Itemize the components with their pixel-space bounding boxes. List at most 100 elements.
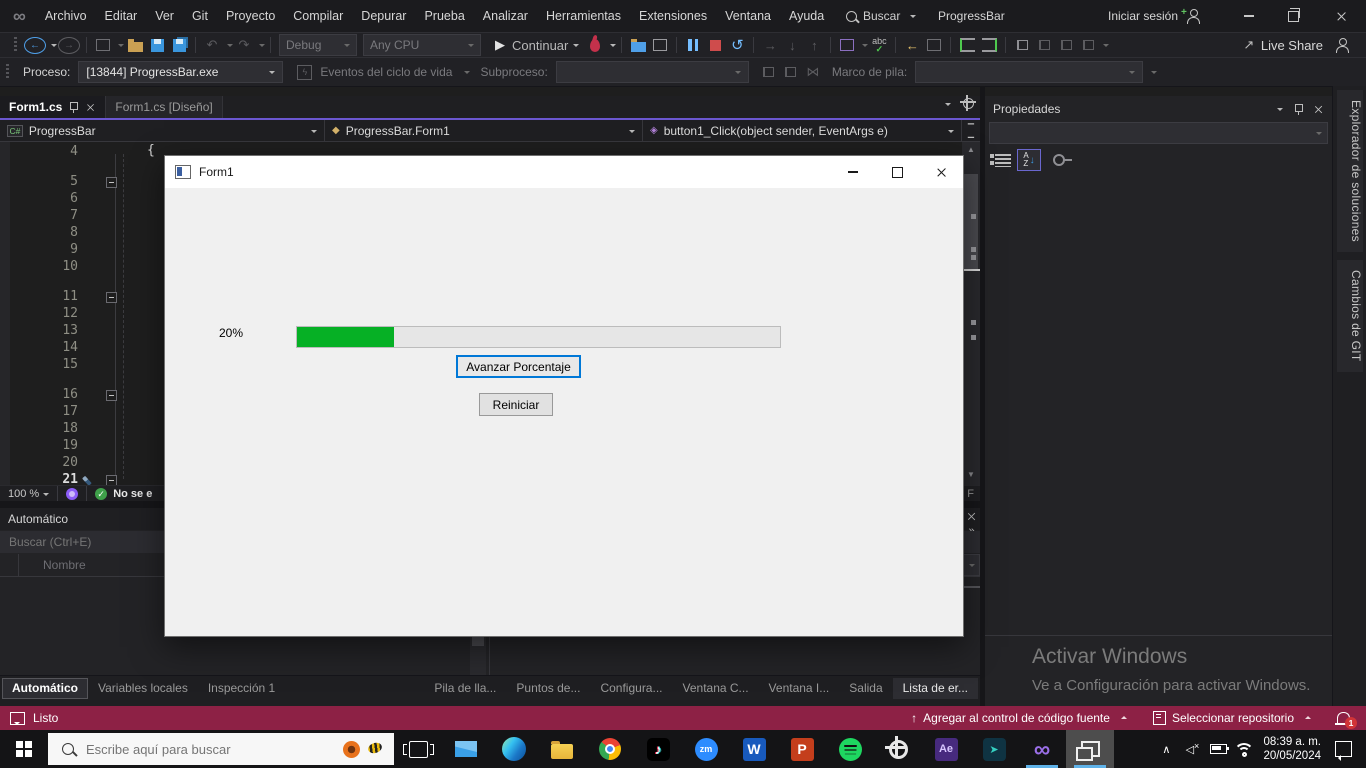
zoom-app-button[interactable]: zm — [682, 730, 730, 768]
menu-item[interactable]: Git — [183, 0, 217, 32]
editor-line[interactable]: 11 — [0, 289, 170, 306]
hot-reload-icon[interactable] — [590, 39, 600, 52]
editor-line[interactable]: 20 — [0, 455, 170, 472]
object-selector-dropdown[interactable] — [989, 122, 1328, 144]
taskbar-search-input[interactable] — [84, 741, 303, 758]
tray-clock[interactable]: 08:39 a. m. 20/05/2024 — [1263, 735, 1321, 763]
fold-collapse-icon[interactable] — [106, 475, 117, 485]
editor-line[interactable]: 6 — [0, 191, 170, 208]
toggle-bookmark-icon[interactable] — [1017, 40, 1028, 50]
editor-line[interactable]: 12 — [0, 306, 170, 323]
visual-studio-app-button[interactable]: ∞ — [1018, 730, 1066, 768]
continue-dropdown-icon[interactable] — [573, 44, 579, 50]
fold-collapse-icon[interactable] — [106, 292, 117, 303]
editor-line[interactable]: 18 — [0, 421, 170, 438]
close-button[interactable] — [1320, 0, 1362, 32]
restart-icon[interactable]: ↺ — [727, 34, 747, 56]
menu-item[interactable]: Editar — [96, 0, 147, 32]
active-files-dropdown-icon[interactable] — [945, 103, 951, 109]
step-over-icon[interactable]: → — [760, 34, 780, 56]
flag-threads-icon[interactable] — [763, 67, 774, 77]
open-file-icon[interactable] — [128, 42, 143, 52]
task-view-button[interactable] — [394, 730, 442, 768]
start-button[interactable] — [0, 730, 48, 768]
select-repository-button[interactable]: Seleccionar repositorio — [1153, 711, 1311, 725]
bottom-tab[interactable]: Ventana I... — [759, 678, 840, 699]
menu-item[interactable]: Ayuda — [780, 0, 833, 32]
side-tab[interactable]: Cambios de GIT — [1337, 260, 1363, 372]
unflag-threads-icon[interactable] — [785, 67, 796, 77]
title-search[interactable]: Buscar — [846, 0, 916, 32]
bottom-tab[interactable]: Lista de er... — [893, 678, 978, 699]
zoom-dropdown-icon[interactable] — [43, 493, 49, 499]
form-maximize-button[interactable] — [875, 156, 919, 188]
next-bookmark-icon[interactable] — [1061, 40, 1072, 50]
menu-item[interactable]: Depurar — [352, 0, 415, 32]
search-highlight-bee-image[interactable] — [367, 741, 383, 755]
comment-lines-icon[interactable] — [960, 38, 975, 52]
editor-line[interactable]: 13 — [0, 323, 170, 340]
menu-item[interactable]: Ver — [146, 0, 183, 32]
continue-play-icon[interactable]: ▶ — [490, 34, 510, 56]
toolbar-grip[interactable] — [6, 64, 9, 80]
feedback-icon[interactable] — [10, 712, 25, 725]
spotify-app-button[interactable] — [826, 730, 874, 768]
mail-app-button[interactable] — [442, 730, 490, 768]
document-tab[interactable]: Form1.cs — [0, 96, 106, 118]
solution-platform-dropdown[interactable]: Any CPU — [363, 34, 481, 56]
copilot-status-icon[interactable] — [66, 488, 78, 500]
name-column-header[interactable]: Nombre — [18, 554, 86, 576]
document-options-gear-icon[interactable] — [963, 98, 974, 109]
live-share-person-icon[interactable] — [1335, 38, 1349, 52]
editor-line[interactable]: 16 — [0, 387, 170, 404]
step-into-icon[interactable]: ↓ — [782, 34, 802, 56]
menu-item[interactable]: Ventana — [716, 0, 780, 32]
wifi-icon[interactable] — [1231, 730, 1257, 768]
form1-taskbar-button[interactable] — [1066, 730, 1114, 768]
menu-item[interactable]: Analizar — [474, 0, 537, 32]
restore-button[interactable] — [1272, 0, 1314, 32]
toolbar-overflow-icon[interactable] — [1151, 71, 1157, 77]
split-window-button[interactable]: ▔▁ — [962, 120, 980, 142]
editor-line[interactable]: 4 — [0, 144, 170, 161]
add-source-control-button[interactable]: ↑ Agregar al control de código fuente — [911, 711, 1127, 725]
fold-collapse-icon[interactable] — [106, 177, 117, 188]
menu-item[interactable]: Compilar — [284, 0, 352, 32]
new-dropdown-icon[interactable] — [118, 44, 124, 50]
reset-button[interactable]: Reiniciar — [479, 393, 553, 416]
taskbar-search[interactable] — [48, 733, 394, 765]
bottom-tab[interactable]: Pila de lla... — [424, 678, 506, 699]
alphabetical-sort-icon[interactable]: AZ↓ — [1017, 149, 1041, 171]
form-minimize-button[interactable] — [831, 156, 875, 188]
toolbar-grip[interactable] — [14, 37, 17, 53]
hot-reload-dropdown-icon[interactable] — [610, 44, 616, 50]
menu-item[interactable]: Proyecto — [217, 0, 284, 32]
save-icon[interactable] — [151, 39, 164, 52]
form1-window[interactable]: Form1 20% Avanzar Porcentaje Reiniciar — [164, 155, 964, 637]
tray-expand-chevron[interactable]: ∧ — [1153, 730, 1179, 768]
notifications-bell-button[interactable]: 1 — [1337, 714, 1350, 723]
window-position-dropdown-icon[interactable] — [1277, 108, 1283, 114]
editor-line[interactable]: 8 — [0, 225, 170, 242]
editor-line[interactable]: 15 — [0, 357, 170, 374]
editor-line[interactable]: 10 — [0, 259, 170, 276]
undo-button[interactable]: ↶ — [202, 34, 222, 56]
spell-check-icon[interactable]: abc✓ — [872, 37, 887, 53]
powerpoint-app-button[interactable]: P — [778, 730, 826, 768]
lifecycle-label[interactable]: Eventos del ciclo de vida — [320, 65, 452, 79]
after-effects-app-button[interactable]: Ae — [922, 730, 970, 768]
fold-collapse-icon[interactable] — [106, 390, 117, 401]
close-tab-icon[interactable] — [86, 103, 95, 112]
advance-percentage-button[interactable]: Avanzar Porcentaje — [456, 355, 581, 378]
show-current-thread-icon[interactable]: ⋈ — [803, 61, 823, 83]
edge-app-button[interactable] — [490, 730, 538, 768]
menu-item[interactable]: Extensiones — [630, 0, 716, 32]
editor-line[interactable]: 14 — [0, 340, 170, 357]
bottom-tab[interactable]: Puntos de... — [506, 678, 590, 699]
editor-line[interactable]: 5 — [0, 174, 170, 191]
editor-line[interactable]: 19 — [0, 438, 170, 455]
zoom-level-dropdown[interactable]: 100 % — [8, 488, 39, 500]
volume-muted-icon[interactable]: ◁× — [1179, 730, 1205, 768]
pin-icon[interactable] — [1293, 103, 1303, 115]
editor-scrollbar[interactable]: ▲ ▼ — [962, 142, 980, 485]
